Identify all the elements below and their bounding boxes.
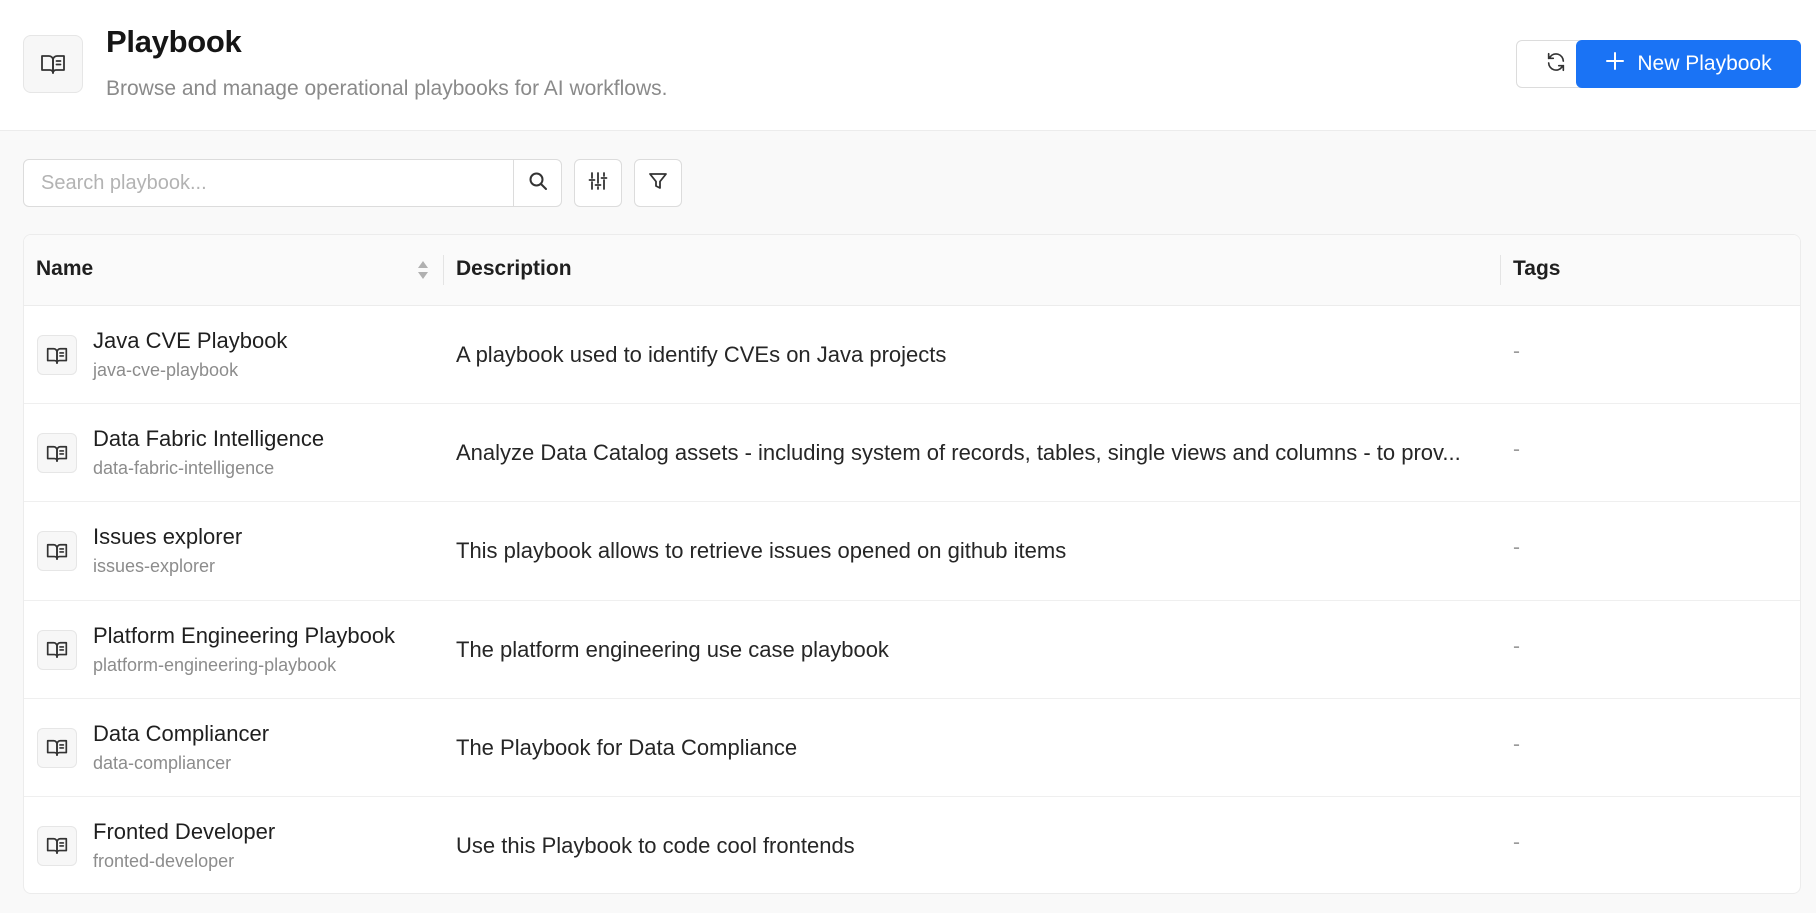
filter-icon (648, 171, 668, 196)
playbook-tags: - (1513, 732, 1520, 756)
playbook-description: The Playbook for Data Compliance (456, 734, 798, 760)
column-settings-button[interactable] (574, 159, 622, 207)
playbook-name[interactable]: Data Fabric Intelligence (93, 426, 324, 452)
playbook-slug: platform-engineering-playbook (93, 654, 337, 675)
book-open-icon (37, 531, 77, 572)
playbook-description: The platform engineering use case playbo… (456, 636, 889, 662)
playbook-description: This playbook allows to retrieve issues … (456, 538, 1067, 564)
table-row[interactable]: Data Compliancer data-compliancer The Pl… (24, 699, 1800, 797)
page-header: Playbook Browse and manage operational p… (0, 0, 1816, 131)
playbook-slug: data-fabric-intelligence (93, 458, 275, 479)
playbook-name[interactable]: Fronted Developer (93, 819, 275, 845)
new-playbook-label: New Playbook (1637, 52, 1772, 75)
new-playbook-button[interactable]: New Playbook (1576, 40, 1801, 88)
playbook-description: Use this Playbook to code cool frontends (456, 832, 855, 858)
page-title: Playbook (106, 24, 242, 59)
table-header: Name Description Tags (24, 235, 1800, 306)
plus-icon (1605, 51, 1625, 77)
toolbar (23, 159, 682, 207)
playbook-tags: - (1513, 634, 1520, 658)
playbook-tags: - (1513, 340, 1520, 363)
column-header-tags: Tags (1513, 257, 1561, 280)
book-open-icon (37, 825, 77, 866)
search-box (23, 159, 562, 207)
search-button[interactable] (513, 160, 561, 206)
playbook-slug: fronted-developer (93, 850, 235, 871)
sort-icon[interactable] (416, 259, 430, 286)
table-row[interactable]: Java CVE Playbook java-cve-playbook A pl… (24, 306, 1800, 405)
table-body: Java CVE Playbook java-cve-playbook A pl… (24, 306, 1800, 893)
table-row[interactable]: Issues explorer issues-explorer This pla… (24, 502, 1800, 601)
book-open-icon (37, 727, 77, 768)
column-divider[interactable] (443, 255, 444, 285)
column-header-description: Description (456, 257, 572, 280)
column-header-name[interactable]: Name (36, 257, 93, 281)
sliders-icon (588, 171, 608, 196)
playbook-description: Analyze Data Catalog assets - including … (456, 440, 1461, 466)
playbook-slug: issues-explorer (93, 556, 216, 577)
table-row[interactable]: Fronted Developer fronted-developer Use … (24, 797, 1800, 893)
playbook-slug: data-compliancer (93, 752, 232, 773)
book-open-icon (37, 629, 77, 670)
playbook-name[interactable]: Issues explorer (93, 524, 242, 550)
playbook-name[interactable]: Data Compliancer (93, 721, 269, 747)
playbook-tags: - (1513, 830, 1520, 854)
table-row[interactable]: Data Fabric Intelligence data-fabric-int… (24, 404, 1800, 503)
playbook-tags: - (1513, 536, 1520, 560)
book-open-icon (37, 335, 77, 375)
playbook-name[interactable]: Platform Engineering Playbook (93, 623, 395, 649)
book-open-icon (23, 35, 83, 93)
playbook-table: Name Description Tags Java CVE Playbook … (23, 234, 1801, 894)
search-icon (528, 171, 548, 196)
playbook-tags: - (1513, 438, 1520, 462)
playbook-slug: java-cve-playbook (93, 360, 239, 380)
book-open-icon (37, 433, 77, 474)
column-divider[interactable] (1500, 255, 1501, 285)
search-input[interactable] (24, 160, 513, 206)
playbook-name[interactable]: Java CVE Playbook (93, 328, 287, 354)
refresh-icon (1545, 51, 1567, 78)
filter-button[interactable] (634, 159, 682, 207)
page-subtitle: Browse and manage operational playbooks … (106, 77, 668, 100)
playbook-description: A playbook used to identify CVEs on Java… (456, 342, 947, 367)
table-row[interactable]: Platform Engineering Playbook platform-e… (24, 601, 1800, 699)
